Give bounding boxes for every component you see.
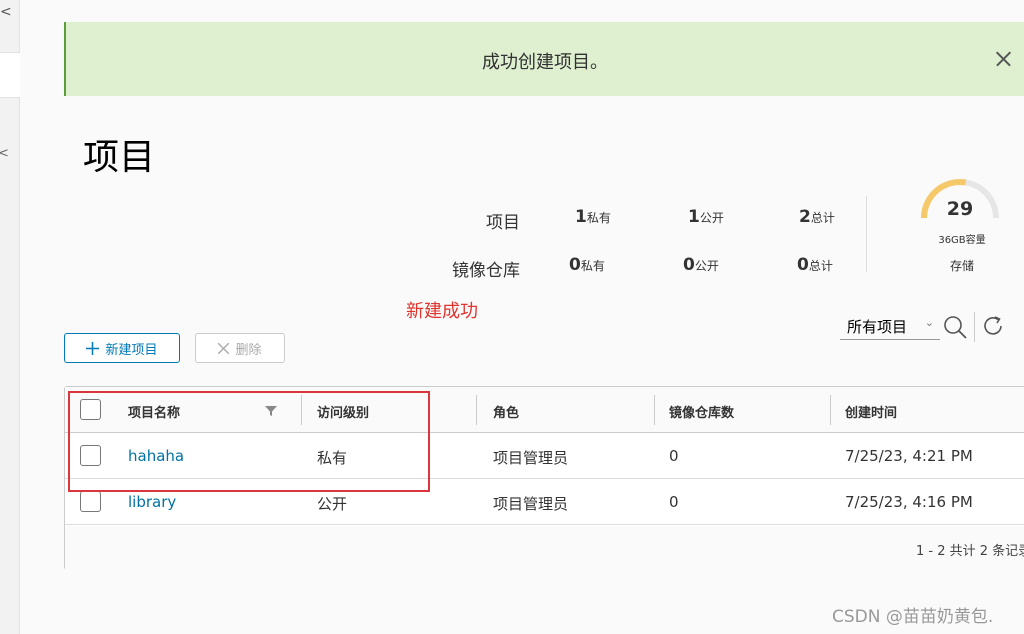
access-level: 公开 bbox=[317, 495, 348, 513]
repos-total-count: 0总计 bbox=[797, 255, 833, 275]
close-icon bbox=[218, 342, 230, 354]
chevron-down-icon: ⌄ bbox=[924, 316, 934, 329]
refresh-icon[interactable] bbox=[982, 314, 1006, 338]
delete-label: 删除 bbox=[235, 342, 262, 358]
projects-private-count: 1私有 bbox=[575, 207, 611, 227]
repos-private-count: 0私有 bbox=[569, 255, 605, 275]
alert-message: 成功创建项目。 bbox=[482, 52, 608, 73]
page-title: 项目 bbox=[83, 137, 156, 178]
column-separator bbox=[654, 395, 655, 425]
repo-count: 0 bbox=[669, 447, 679, 465]
column-header-role[interactable]: 角色 bbox=[493, 402, 519, 421]
collapse-icon[interactable]: < bbox=[0, 4, 20, 20]
created-time: 7/25/23, 4:21 PM bbox=[845, 447, 973, 465]
project-name-link[interactable]: library bbox=[128, 493, 176, 511]
pagination-summary: 1 - 2 共计 2 条记录 bbox=[916, 544, 1024, 559]
success-alert: 成功创建项目。 bbox=[64, 22, 1024, 96]
new-project-button[interactable]: 新建项目 bbox=[64, 333, 180, 363]
toolbar-divider bbox=[974, 312, 975, 342]
created-time: 7/25/23, 4:16 PM bbox=[845, 493, 973, 511]
projects-total-count: 2总计 bbox=[799, 207, 835, 227]
repo-count: 0 bbox=[669, 493, 679, 511]
row-checkbox[interactable] bbox=[80, 491, 101, 512]
role: 项目管理员 bbox=[493, 495, 569, 513]
search-icon[interactable] bbox=[942, 314, 968, 340]
chevron-icon[interactable]: < bbox=[0, 146, 9, 161]
role: 项目管理员 bbox=[493, 449, 569, 467]
storage-value: 29 bbox=[946, 198, 974, 220]
new-project-label: 新建项目 bbox=[105, 342, 158, 358]
column-header-created[interactable]: 创建时间 bbox=[845, 402, 897, 421]
project-filter-select[interactable]: 所有项目 ⌄ bbox=[840, 316, 940, 340]
filter-select-value: 所有项目 bbox=[847, 318, 908, 336]
projects-public-count: 1公开 bbox=[688, 207, 724, 227]
column-separator bbox=[476, 395, 477, 425]
summary-projects-label: 项目 bbox=[486, 213, 520, 233]
close-icon[interactable] bbox=[988, 44, 1018, 74]
plus-icon bbox=[86, 341, 100, 355]
summary-repositories-label: 镜像仓库 bbox=[452, 261, 520, 281]
sidebar: < < bbox=[0, 0, 20, 634]
column-header-repo-count[interactable]: 镜像仓库数 bbox=[669, 402, 734, 421]
storage-capacity: 36GB容量 bbox=[938, 235, 986, 246]
summary-divider bbox=[866, 196, 867, 272]
column-separator bbox=[830, 395, 831, 425]
sidebar-selected-item[interactable] bbox=[0, 52, 20, 98]
watermark-text: CSDN @苗苗奶黄包. bbox=[832, 607, 994, 627]
storage-label: 存储 bbox=[949, 259, 974, 273]
datagrid-footer bbox=[65, 526, 1024, 570]
annotation-text: 新建成功 bbox=[406, 301, 478, 322]
delete-button[interactable]: 删除 bbox=[195, 333, 285, 363]
repos-public-count: 0公开 bbox=[683, 255, 719, 275]
highlight-annotation-box bbox=[68, 391, 430, 492]
